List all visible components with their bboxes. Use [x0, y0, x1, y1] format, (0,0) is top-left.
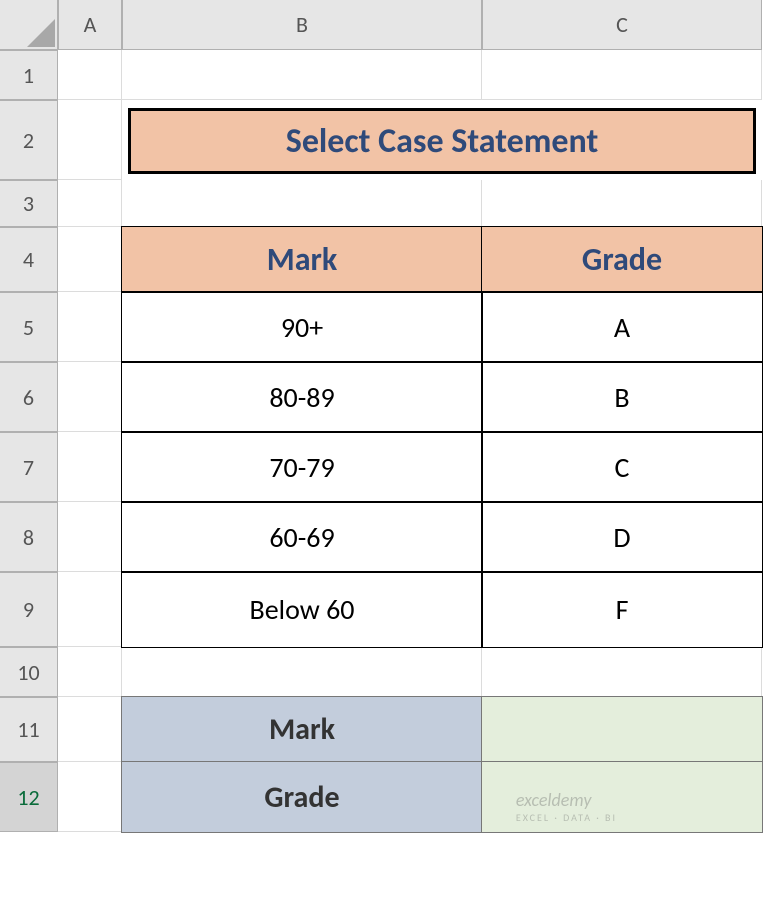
- table-row[interactable]: 90+: [121, 291, 483, 363]
- row-header-1[interactable]: 1: [0, 50, 58, 100]
- row-header-10[interactable]: 10: [0, 647, 58, 697]
- table-row[interactable]: A: [481, 291, 763, 363]
- spreadsheet-grid: A B C 1 2 3 4 5 6 7 8 9 10 11 12 Select …: [0, 0, 767, 832]
- select-all-triangle-icon: [27, 19, 55, 47]
- grade-label[interactable]: Grade: [121, 761, 483, 833]
- mark-value[interactable]: [481, 696, 763, 763]
- col-header-C[interactable]: C: [482, 0, 762, 50]
- grade-value[interactable]: [481, 761, 763, 833]
- table-header-grade[interactable]: Grade: [481, 226, 763, 293]
- cell-A11[interactable]: [58, 697, 122, 762]
- cell-B1[interactable]: [122, 50, 482, 100]
- table-row[interactable]: B: [481, 361, 763, 433]
- col-header-B[interactable]: B: [122, 0, 482, 50]
- table-row[interactable]: D: [481, 501, 763, 573]
- row-header-3[interactable]: 3: [0, 180, 58, 227]
- input-table: Mark Grade: [122, 697, 762, 832]
- row-header-2[interactable]: 2: [0, 100, 58, 180]
- table-row[interactable]: Below 60: [121, 571, 483, 648]
- title-merged-cell[interactable]: Select Case Statement: [122, 100, 762, 180]
- table-row[interactable]: F: [481, 571, 763, 648]
- select-all-corner[interactable]: [0, 0, 58, 50]
- cell-A3[interactable]: [58, 180, 122, 227]
- table-row[interactable]: C: [481, 431, 763, 503]
- cell-A6[interactable]: [58, 362, 122, 432]
- row-header-11[interactable]: 11: [0, 697, 58, 762]
- cell-B3[interactable]: [122, 180, 482, 227]
- table-row[interactable]: 60-69: [121, 501, 483, 573]
- row-header-8[interactable]: 8: [0, 502, 58, 572]
- cell-A10[interactable]: [58, 647, 122, 697]
- cell-C1[interactable]: [482, 50, 762, 100]
- grade-table: Mark Grade 90+ A 80-89 B 70-79 C 60-69 D…: [122, 227, 762, 647]
- cell-A5[interactable]: [58, 292, 122, 362]
- cell-A4[interactable]: [58, 227, 122, 292]
- row-header-4[interactable]: 4: [0, 227, 58, 292]
- cell-A7[interactable]: [58, 432, 122, 502]
- table-row[interactable]: 80-89: [121, 361, 483, 433]
- cell-B10[interactable]: [122, 647, 482, 697]
- cell-A2[interactable]: [58, 100, 122, 180]
- cell-C3[interactable]: [482, 180, 762, 227]
- cell-A9[interactable]: [58, 572, 122, 647]
- col-header-A[interactable]: A: [58, 0, 122, 50]
- row-header-12[interactable]: 12: [0, 762, 58, 832]
- row-header-6[interactable]: 6: [0, 362, 58, 432]
- table-header-mark[interactable]: Mark: [121, 226, 483, 293]
- page-title: Select Case Statement: [128, 108, 756, 174]
- row-header-7[interactable]: 7: [0, 432, 58, 502]
- cell-A8[interactable]: [58, 502, 122, 572]
- row-header-5[interactable]: 5: [0, 292, 58, 362]
- cell-C10[interactable]: [482, 647, 762, 697]
- cell-A12[interactable]: [58, 762, 122, 832]
- cell-A1[interactable]: [58, 50, 122, 100]
- row-header-9[interactable]: 9: [0, 572, 58, 647]
- mark-label[interactable]: Mark: [121, 696, 483, 763]
- table-row[interactable]: 70-79: [121, 431, 483, 503]
